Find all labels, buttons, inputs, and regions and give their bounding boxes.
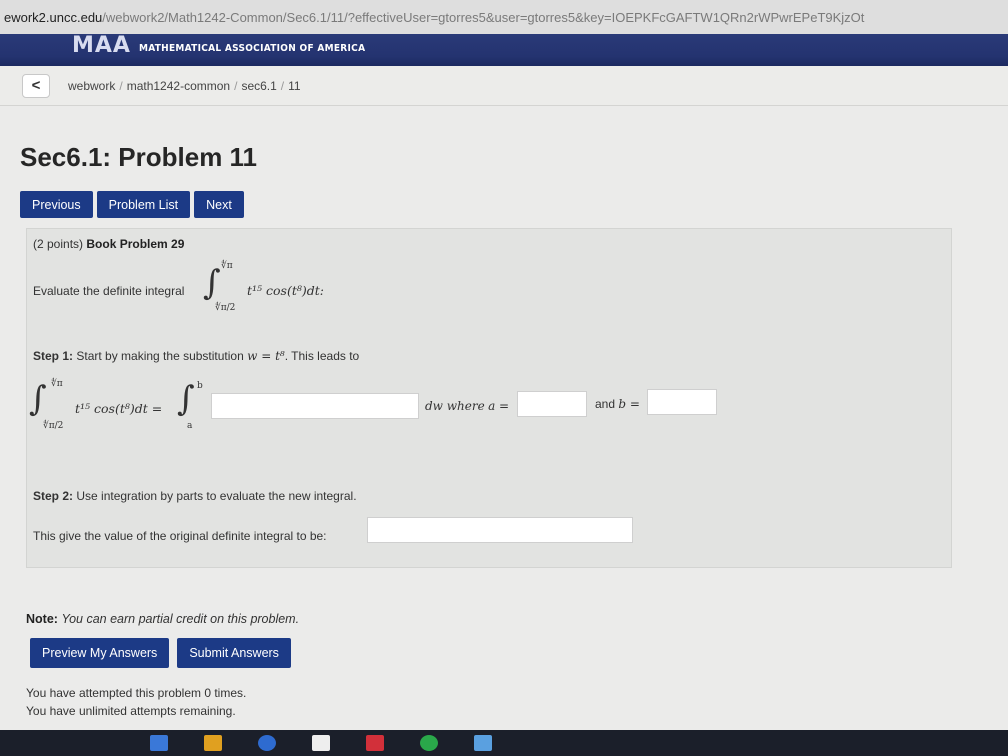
breadcrumb-bar: < webwork / math1242-common / sec6.1/11 [0,66,1008,106]
previous-button[interactable]: Previous [20,191,93,218]
step1: Step 1: Start by making the substitution… [33,349,359,363]
rhs-upper-limit: b [197,381,203,391]
final-answer-input[interactable] [367,517,633,543]
integral-sign: ∫ [203,263,221,303]
maa-logo: MAA [72,32,131,58]
problem-header: (2 points) Book Problem 29 [33,237,184,251]
and-text: and [595,397,616,411]
problem-source: Book Problem 29 [86,237,185,251]
attempt-status: You have attempted this problem 0 times.… [26,684,246,720]
problem-list-button[interactable]: Problem List [96,191,191,218]
breadcrumb-item-webwork[interactable]: webwork [68,79,115,93]
remaining-text: You have unlimited attempts remaining. [26,704,236,718]
chrome-icon[interactable] [420,735,438,751]
step1-label: Step 1: [33,349,74,363]
url-host: ework2.uncc.edu [4,10,103,25]
final-answer-label: This give the value of the original defi… [33,529,327,543]
lhs-upper-limit: ∜π [51,379,63,389]
and-b: and b = [595,397,640,411]
store-icon[interactable] [204,735,222,751]
step2: Step 2: Use integration by parts to eval… [33,489,357,503]
dw-symbol: dw where [425,399,485,413]
back-button[interactable]: < [22,73,50,98]
breadcrumb-item-course[interactable]: math1242-common [127,79,230,93]
main-content: Sec6.1: Problem 11 Previous Problem List… [0,106,1008,730]
note-text: You can earn partial credit on this prob… [61,612,300,626]
maa-banner: MAA MATHEMATICAL ASSOCIATION OF AMERICA [0,32,1008,66]
browser-icon[interactable] [258,735,276,751]
b-label: b = [618,397,640,411]
lhs-lower-limit: ∜π/2 [43,421,64,431]
integral-sign-rhs: ∫ [177,379,195,419]
step1-substitution: w = t⁸ [247,349,285,363]
partial-credit-note: Note: You can earn partial credit on thi… [26,612,299,626]
rhs-lower-limit: a [187,421,193,431]
step2-text: Use integration by parts to evaluate the… [76,489,357,503]
breadcrumb-item-set[interactable]: sec6.1 [241,79,276,93]
page-title: Sec6.1: Problem 11 [20,142,258,172]
submit-actions: Preview My Answers Submit Answers [30,638,291,668]
problem-panel: (2 points) Book Problem 29 Evaluate the … [26,228,952,568]
problem-nav: Previous Problem List Next [20,191,244,218]
taskbar [0,730,1008,756]
upper-bound-b-input[interactable] [647,389,717,415]
step2-label: Step 2: [33,489,74,503]
integrand: t¹⁵ cos(t⁸)dt: [247,283,324,298]
url-path: /webwork2/Math1242-Common/Sec6.1/11/?eff… [102,10,865,25]
prompt-text: Evaluate the definite integral [33,284,185,298]
attempts-text: You have attempted this problem 0 times. [26,686,247,700]
maa-name: MATHEMATICAL ASSOCIATION OF AMERICA [138,42,366,54]
upper-limit: ∜π [221,261,233,271]
edge-icon[interactable] [150,735,168,751]
preview-answers-button[interactable]: Preview My Answers [30,638,170,668]
points-label: (2 points) [33,237,84,251]
breadcrumb: webwork / math1242-common / sec6.1/11 [68,78,301,93]
mail-icon[interactable] [312,735,330,751]
step1-text: Start by making the substitution [76,349,244,363]
breadcrumb-item-problem: 11 [288,78,301,93]
integral-sign-lhs: ∫ [29,379,47,419]
step1-after: . This leads to [284,349,360,363]
folder-icon[interactable] [474,735,492,751]
submit-answers-button[interactable]: Submit Answers [177,638,291,668]
shield-icon[interactable] [366,735,384,751]
dw-where: dw where a = [425,399,509,413]
next-button[interactable]: Next [194,191,244,218]
address-bar[interactable]: ework2.uncc.edu/webwork2/Math1242-Common… [0,0,1008,34]
lower-limit: ∜π/2 [215,303,236,313]
a-label: a = [488,399,510,413]
equation-lhs: t¹⁵ cos(t⁸)dt = [75,401,163,416]
lower-bound-a-input[interactable] [517,391,587,417]
integrand-answer-input[interactable] [211,393,419,419]
note-label: Note: [26,612,58,626]
